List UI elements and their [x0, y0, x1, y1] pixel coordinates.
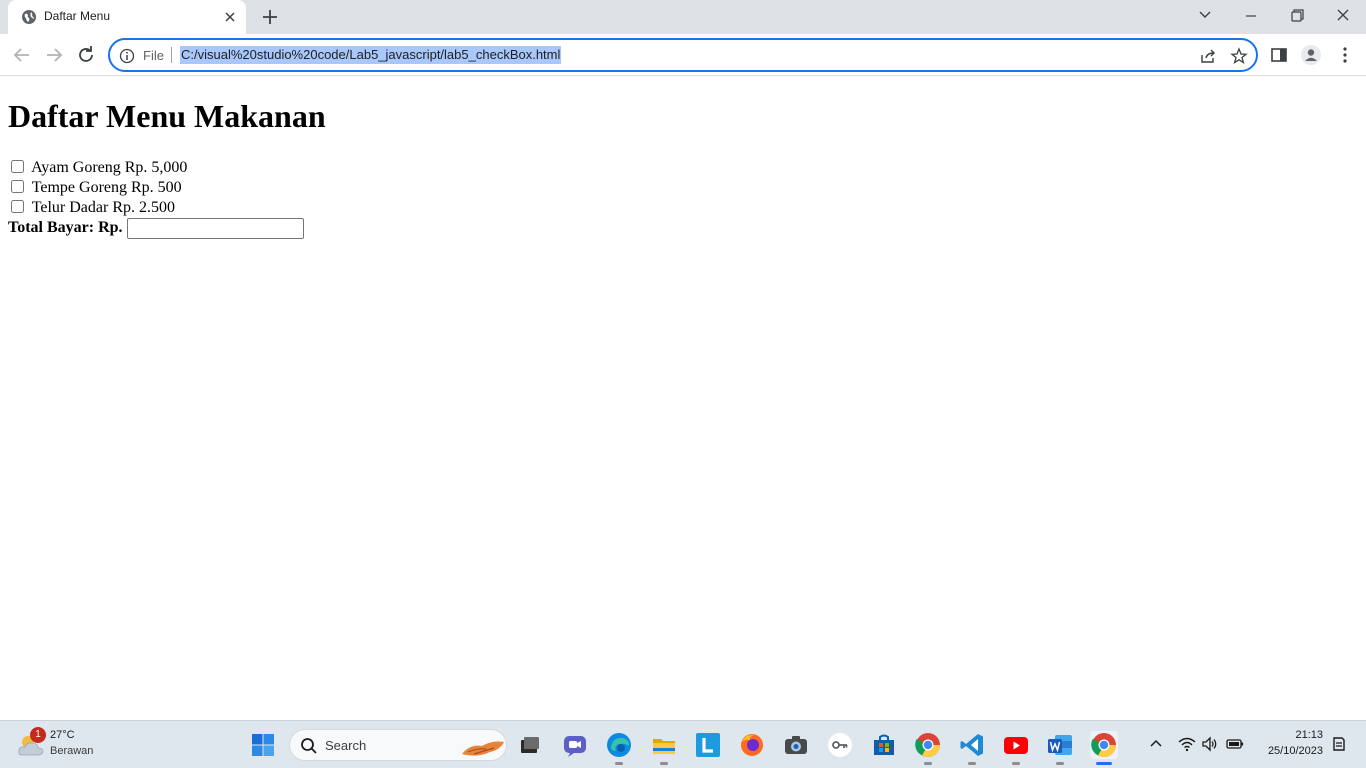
chrome-icon[interactable] — [914, 731, 942, 759]
forward-arrow-icon[interactable] — [43, 44, 65, 66]
menu-item-label: Telur Dadar Rp. 2.500 — [31, 199, 176, 216]
tab-strip: Daftar Menu — [0, 0, 1366, 34]
running-indicator — [615, 762, 623, 765]
new-tab-icon[interactable] — [258, 6, 282, 28]
windows-start-icon[interactable] — [251, 733, 275, 757]
browser-tab[interactable]: Daftar Menu — [8, 0, 246, 34]
total-row: Total Bayar: Rp. — [8, 217, 304, 239]
camera-app-icon[interactable] — [782, 731, 810, 759]
taskbar: 1 27°C Berawan Search 21:13 25/10/2023 — [0, 720, 1366, 768]
side-panel-icon[interactable] — [1268, 44, 1290, 66]
task-view-icon[interactable] — [516, 731, 544, 759]
menu-item-label: Ayam Goreng Rp. 5,000 — [31, 159, 188, 176]
file-explorer-icon[interactable] — [650, 731, 678, 759]
menu-item: Telur Dadar Rp. 2.500 — [11, 198, 175, 218]
address-bar[interactable]: File C:/visual%20studio%20code/Lab5_java… — [108, 38, 1258, 72]
omnibox-divider — [171, 47, 172, 63]
total-label: Total Bayar: Rp. — [8, 219, 123, 236]
back-arrow-icon[interactable] — [11, 44, 33, 66]
file-scheme-label: File — [143, 48, 164, 63]
chrome-active-icon[interactable] — [1090, 731, 1118, 759]
running-indicator — [1056, 762, 1064, 765]
more-menu-icon[interactable] — [1334, 44, 1356, 66]
teams-chat-icon[interactable] — [561, 731, 589, 759]
show-hidden-icons-chevron-icon[interactable] — [1147, 735, 1165, 753]
volume-icon[interactable] — [1201, 735, 1219, 753]
microsoft-store-icon[interactable] — [870, 731, 898, 759]
key-app-icon[interactable] — [826, 731, 854, 759]
clock-date[interactable]: 25/10/2023 — [1258, 745, 1323, 757]
vscode-icon[interactable] — [958, 731, 986, 759]
notification-badge: 1 — [30, 727, 46, 743]
info-icon[interactable] — [119, 48, 135, 64]
share-icon[interactable] — [1199, 47, 1217, 65]
minimize-icon[interactable] — [1238, 4, 1264, 26]
youtube-icon[interactable] — [1002, 731, 1030, 759]
menu-item-checkbox[interactable] — [11, 180, 24, 193]
running-indicator — [968, 762, 976, 765]
restore-icon[interactable] — [1284, 4, 1310, 26]
firefox-icon[interactable] — [738, 731, 766, 759]
notification-center-icon[interactable] — [1330, 735, 1348, 753]
weather-description: Berawan — [50, 745, 94, 757]
menu-item: Ayam Goreng Rp. 5,000 — [11, 158, 187, 178]
reload-icon[interactable] — [75, 44, 97, 66]
tab-search-chevron-icon[interactable] — [1192, 4, 1218, 26]
weather-temperature: 27°C — [50, 729, 75, 741]
browser-toolbar: File C:/visual%20studio%20code/Lab5_java… — [0, 34, 1366, 76]
menu-item-checkbox[interactable] — [11, 200, 24, 213]
taskbar-search[interactable]: Search — [289, 729, 507, 761]
running-indicator — [924, 762, 932, 765]
page-heading: Daftar Menu Makanan — [8, 98, 326, 134]
total-input[interactable] — [127, 218, 304, 239]
profile-avatar-icon[interactable] — [1300, 44, 1322, 66]
close-window-icon[interactable] — [1330, 4, 1356, 26]
bookmark-star-icon[interactable] — [1230, 47, 1248, 65]
menu-item-label: Tempe Goreng Rp. 500 — [31, 179, 182, 196]
close-tab-icon[interactable] — [222, 9, 238, 25]
search-highlight-illustration — [462, 741, 504, 756]
battery-icon[interactable] — [1226, 735, 1244, 753]
wifi-icon[interactable] — [1178, 735, 1196, 753]
edge-browser-icon[interactable] — [605, 731, 633, 759]
globe-icon — [22, 10, 36, 24]
search-icon — [301, 738, 317, 754]
l-app-icon[interactable] — [694, 731, 722, 759]
clock-time[interactable]: 21:13 — [1292, 729, 1323, 741]
search-placeholder: Search — [325, 738, 367, 753]
word-icon[interactable] — [1046, 731, 1074, 759]
running-indicator — [660, 762, 668, 765]
running-indicator — [1012, 762, 1020, 765]
page-content: Daftar Menu Makanan Ayam Goreng Rp. 5,00… — [0, 77, 1366, 720]
url-text[interactable]: C:/visual%20studio%20code/Lab5_javascrip… — [180, 46, 562, 64]
active-indicator — [1096, 762, 1112, 765]
tab-title: Daftar Menu — [44, 9, 111, 23]
menu-item: Tempe Goreng Rp. 500 — [11, 178, 182, 198]
menu-item-checkbox[interactable] — [11, 160, 24, 173]
